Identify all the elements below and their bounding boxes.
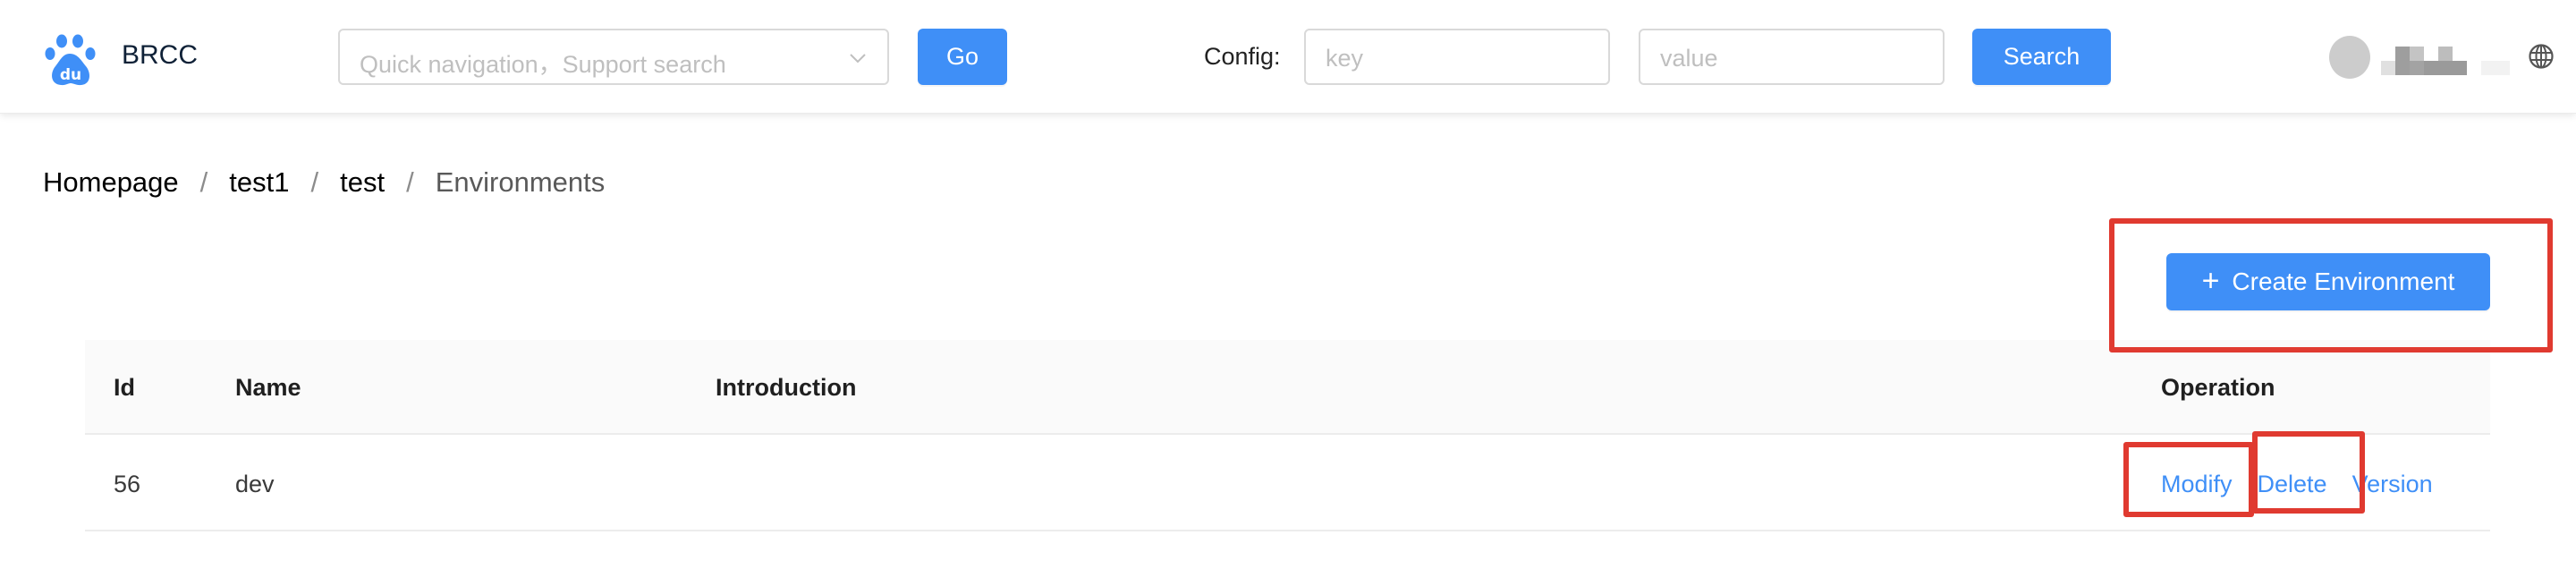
search-button[interactable]: Search: [1972, 29, 2111, 85]
breadcrumb: Homepage / test1 / test / Environments: [43, 166, 605, 199]
cell-id: 56: [114, 471, 141, 497]
breadcrumb-homepage[interactable]: Homepage: [43, 166, 179, 199]
svg-text:du: du: [60, 66, 81, 84]
column-header-operation: Operation: [2161, 374, 2275, 401]
version-link[interactable]: Version: [2352, 471, 2433, 498]
brand-name: BRCC: [122, 40, 199, 70]
breadcrumb-separator: /: [406, 166, 414, 198]
quick-navigation-placeholder: Quick navigation，Support search: [360, 51, 726, 78]
row-operations: Modify Delete Version: [2161, 471, 2433, 498]
create-environment-button[interactable]: + Create Environment: [2166, 253, 2490, 310]
go-button[interactable]: Go: [918, 29, 1007, 85]
breadcrumb-separator: /: [310, 166, 319, 198]
quick-navigation-select[interactable]: Quick navigation，Support search: [338, 29, 889, 85]
breadcrumb-project[interactable]: test: [340, 166, 385, 199]
create-environment-label: Create Environment: [2232, 268, 2455, 295]
config-key-input[interactable]: key: [1304, 29, 1610, 85]
delete-link[interactable]: Delete: [2258, 471, 2327, 498]
plus-icon: +: [2201, 263, 2220, 298]
user-avatar[interactable]: [2329, 36, 2370, 79]
environments-table: Id Name Introduction Operation 56 dev Mo…: [85, 340, 2490, 531]
config-value-input[interactable]: value: [1639, 29, 1945, 85]
config-label: Config:: [1204, 43, 1281, 70]
baidu-paw-logo-icon[interactable]: du: [45, 34, 97, 88]
column-header-introduction: Introduction: [716, 374, 857, 401]
cell-name-link[interactable]: dev: [235, 471, 275, 498]
table-header-row: Id Name Introduction Operation: [85, 340, 2490, 435]
globe-icon[interactable]: [2528, 43, 2555, 70]
table-row: 56 dev Modify Delete Version: [85, 435, 2490, 531]
chevron-down-icon: [850, 54, 866, 64]
top-header: du BRCC Quick navigation，Support search …: [0, 0, 2576, 114]
breadcrumb-current-page: Environments: [435, 166, 606, 198]
column-header-name: Name: [235, 374, 301, 401]
column-header-id: Id: [114, 374, 135, 401]
modify-link[interactable]: Modify: [2161, 471, 2233, 498]
breadcrumb-product[interactable]: test1: [229, 166, 289, 199]
user-name-blurred[interactable]: [2381, 47, 2515, 75]
value-placeholder: value: [1660, 45, 1718, 72]
breadcrumb-separator: /: [199, 166, 208, 198]
key-placeholder: key: [1326, 45, 1364, 72]
